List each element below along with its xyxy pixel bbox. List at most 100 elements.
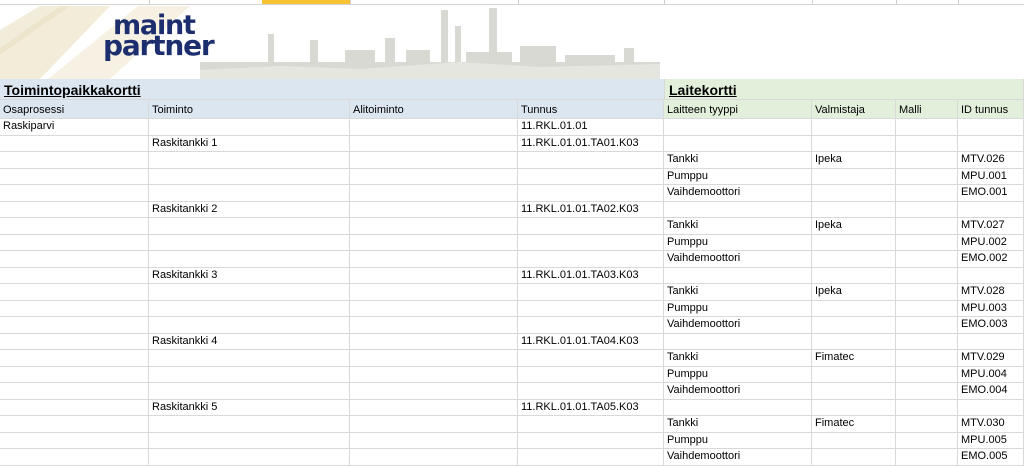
cell-malli[interactable] (896, 267, 958, 284)
cell-alitoiminto[interactable] (350, 399, 518, 416)
cell-id-tunnus[interactable]: EMO.003 (958, 317, 1024, 334)
cell-malli[interactable] (896, 350, 958, 367)
column-header-id-tunnus[interactable]: ID tunnus (958, 100, 1024, 119)
cell-malli[interactable] (896, 168, 958, 185)
cell-valmistaja[interactable] (812, 168, 896, 185)
cell-valmistaja[interactable] (812, 333, 896, 350)
cell-id-tunnus[interactable] (958, 135, 1024, 152)
cell-tunnus[interactable] (518, 168, 664, 185)
cell-toiminto[interactable] (149, 234, 350, 251)
cell-osaprosessi[interactable] (0, 185, 149, 202)
cell-osaprosessi[interactable] (0, 416, 149, 433)
cell-tunnus[interactable]: 11.RKL.01.01.TA02.K03 (518, 201, 664, 218)
cell-osaprosessi[interactable] (0, 449, 149, 466)
cell-toiminto[interactable] (149, 416, 350, 433)
cell-tunnus[interactable] (518, 284, 664, 301)
cell-malli[interactable] (896, 449, 958, 466)
cell-toiminto[interactable]: Raskitankki 4 (149, 333, 350, 350)
cell-alitoiminto[interactable] (350, 234, 518, 251)
cell-tunnus[interactable]: 11.RKL.01.01.TA01.K03 (518, 135, 664, 152)
column-header-laitteen-tyyppi[interactable]: Laitteen tyyppi (664, 100, 812, 119)
cell-alitoiminto[interactable] (350, 135, 518, 152)
cell-osaprosessi[interactable] (0, 201, 149, 218)
cell-toiminto[interactable] (149, 366, 350, 383)
cell-valmistaja[interactable]: Ipeka (812, 218, 896, 235)
cell-osaprosessi[interactable] (0, 399, 149, 416)
cell-id-tunnus[interactable] (958, 267, 1024, 284)
cell-tunnus[interactable] (518, 317, 664, 334)
cell-laitteen-tyyppi[interactable] (664, 119, 812, 136)
cell-tunnus[interactable]: 11.RKL.01.01.TA03.K03 (518, 267, 664, 284)
cell-valmistaja[interactable]: Fimatec (812, 416, 896, 433)
column-header-alitoiminto[interactable]: Alitoiminto (350, 100, 518, 119)
cell-laitteen-tyyppi[interactable] (664, 201, 812, 218)
cell-valmistaja[interactable] (812, 432, 896, 449)
cell-id-tunnus[interactable]: MPU.002 (958, 234, 1024, 251)
cell-alitoiminto[interactable] (350, 333, 518, 350)
cell-id-tunnus[interactable]: MTV.030 (958, 416, 1024, 433)
cell-id-tunnus[interactable]: MTV.028 (958, 284, 1024, 301)
cell-toiminto[interactable]: Raskitankki 2 (149, 201, 350, 218)
cell-toiminto[interactable] (149, 432, 350, 449)
cell-osaprosessi[interactable] (0, 432, 149, 449)
cell-laitteen-tyyppi[interactable] (664, 399, 812, 416)
cell-alitoiminto[interactable] (350, 201, 518, 218)
cell-id-tunnus[interactable]: MPU.004 (958, 366, 1024, 383)
cell-id-tunnus[interactable]: MTV.026 (958, 152, 1024, 169)
cell-toiminto[interactable] (149, 350, 350, 367)
cell-valmistaja[interactable] (812, 135, 896, 152)
cell-laitteen-tyyppi[interactable] (664, 333, 812, 350)
cell-laitteen-tyyppi[interactable]: Pumppu (664, 300, 812, 317)
cell-toiminto[interactable]: Raskitankki 5 (149, 399, 350, 416)
column-header-tunnus[interactable]: Tunnus (518, 100, 664, 119)
cell-laitteen-tyyppi[interactable]: Tankki (664, 284, 812, 301)
cell-malli[interactable] (896, 251, 958, 268)
cell-malli[interactable] (896, 284, 958, 301)
cell-alitoiminto[interactable] (350, 185, 518, 202)
cell-valmistaja[interactable] (812, 366, 896, 383)
cell-id-tunnus[interactable] (958, 399, 1024, 416)
cell-id-tunnus[interactable]: EMO.005 (958, 449, 1024, 466)
cell-toiminto[interactable] (149, 218, 350, 235)
cell-alitoiminto[interactable] (350, 300, 518, 317)
cell-tunnus[interactable] (518, 251, 664, 268)
cell-alitoiminto[interactable] (350, 251, 518, 268)
cell-toiminto[interactable] (149, 168, 350, 185)
cell-malli[interactable] (896, 135, 958, 152)
cell-malli[interactable] (896, 300, 958, 317)
cell-alitoiminto[interactable] (350, 317, 518, 334)
cell-tunnus[interactable] (518, 300, 664, 317)
cell-osaprosessi[interactable] (0, 218, 149, 235)
cell-id-tunnus[interactable] (958, 119, 1024, 136)
cell-osaprosessi[interactable] (0, 168, 149, 185)
cell-id-tunnus[interactable] (958, 333, 1024, 350)
cell-toiminto[interactable] (149, 284, 350, 301)
cell-alitoiminto[interactable] (350, 267, 518, 284)
cell-osaprosessi[interactable] (0, 284, 149, 301)
cell-malli[interactable] (896, 201, 958, 218)
cell-tunnus[interactable] (518, 350, 664, 367)
cell-toiminto[interactable] (149, 300, 350, 317)
cell-osaprosessi[interactable] (0, 350, 149, 367)
cell-laitteen-tyyppi[interactable]: Tankki (664, 416, 812, 433)
cell-laitteen-tyyppi[interactable]: Vaihdemoottori (664, 449, 812, 466)
cell-alitoiminto[interactable] (350, 168, 518, 185)
cell-tunnus[interactable]: 11.RKL.01.01.TA04.K03 (518, 333, 664, 350)
cell-valmistaja[interactable] (812, 383, 896, 400)
cell-osaprosessi[interactable] (0, 366, 149, 383)
cell-id-tunnus[interactable]: EMO.004 (958, 383, 1024, 400)
column-header-malli[interactable]: Malli (896, 100, 958, 119)
cell-toiminto[interactable] (149, 119, 350, 136)
cell-toiminto[interactable] (149, 185, 350, 202)
cell-toiminto[interactable]: Raskitankki 1 (149, 135, 350, 152)
cell-laitteen-tyyppi[interactable]: Pumppu (664, 432, 812, 449)
cell-toiminto[interactable] (149, 383, 350, 400)
cell-laitteen-tyyppi[interactable]: Tankki (664, 350, 812, 367)
column-header-toiminto[interactable]: Toiminto (149, 100, 350, 119)
cell-id-tunnus[interactable]: MPU.003 (958, 300, 1024, 317)
cell-laitteen-tyyppi[interactable] (664, 267, 812, 284)
cell-alitoiminto[interactable] (350, 152, 518, 169)
cell-alitoiminto[interactable] (350, 119, 518, 136)
cell-alitoiminto[interactable] (350, 432, 518, 449)
cell-malli[interactable] (896, 399, 958, 416)
